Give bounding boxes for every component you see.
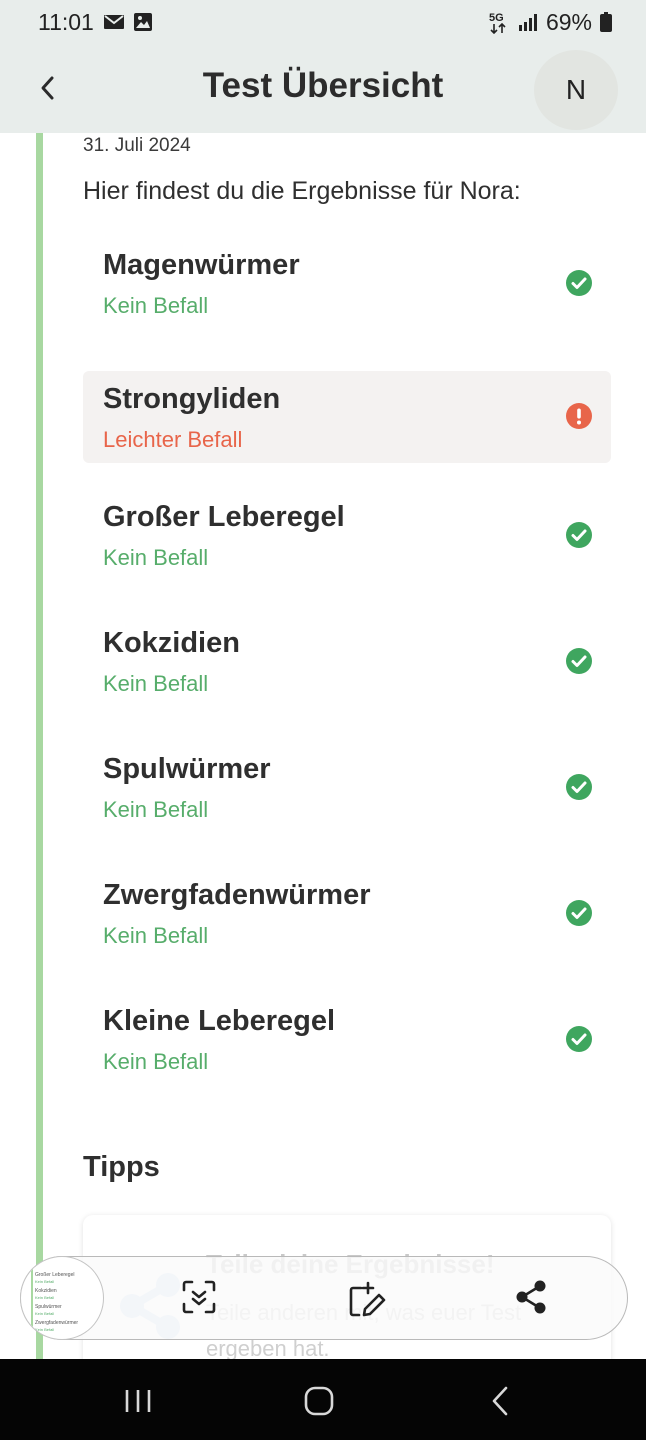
result-item-spulwuermer[interactable]: Spulwürmer Kein Befall [83,741,611,833]
result-name: Kleine Leberegel [103,1005,336,1037]
check-circle-icon [566,522,592,548]
result-name: Zwergfadenwürmer [103,879,371,911]
thumbnail-text: Großer Leberegel [35,1272,75,1278]
crop-edit-icon [349,1281,386,1317]
check-circle-icon [566,270,592,296]
app-header: Test Übersicht N [0,44,646,133]
mail-icon [103,15,124,29]
thumbnail-text: Kein Befall [35,1311,55,1316]
result-status: Kein Befall [103,797,209,822]
screenshot-thumbnail[interactable]: Großer Leberegel Kein Befall Kokzidien K… [20,1256,104,1340]
result-name: Magenwürmer [103,249,300,281]
system-back-button[interactable] [480,1381,520,1421]
battery-icon [600,12,612,32]
scroll-capture-button[interactable] [179,1277,219,1317]
check-circle-icon [566,1026,592,1052]
result-item-kleine-leberegel[interactable]: Kleine Leberegel Kein Befall [83,993,611,1085]
result-status: Leichter Befall [103,427,243,452]
battery-percent: 69% [545,8,592,35]
result-item-zwergfadenwuermer[interactable]: Zwergfadenwürmer Kein Befall [83,867,611,959]
results-content[interactable]: 31. Juli 2024 Hier findest du die Ergebn… [0,133,646,1359]
result-name: Kokzidien [103,627,240,659]
home-icon [304,1386,334,1416]
result-status: Kein Befall [103,293,209,318]
system-nav-bar [0,1359,646,1440]
signal-icon [518,13,538,31]
test-date: 31. Juli 2024 [83,135,191,156]
result-status: Kein Befall [103,923,209,948]
thumbnail-text: Spulwürmer [35,1304,62,1310]
result-status: Kein Befall [103,671,209,696]
recent-apps-button[interactable] [118,1381,158,1421]
thumbnail-text: Kokzidien [35,1288,57,1294]
share-icon [516,1280,546,1314]
5g-icon: 5G [488,10,510,34]
result-item-grosser-leberegel[interactable]: Großer Leberegel Kein Befall [83,489,611,581]
image-icon [133,13,152,31]
crop-edit-button[interactable] [347,1279,387,1319]
thumbnail-text: Zwergfadenwürmer [35,1320,79,1326]
check-circle-icon [566,900,592,926]
result-status: Kein Befall [103,545,209,570]
result-item-kokzidien[interactable]: Kokzidien Kein Befall [83,615,611,707]
tipps-heading: Tipps [83,1151,160,1183]
thumbnail-text: Kein Befall [35,1295,55,1300]
timeline-bar [36,133,43,1359]
home-button[interactable] [299,1381,339,1421]
intro-text: Hier findest du die Ergebnisse für Nora: [83,177,521,205]
thumbnail-text: Kein Befall [35,1279,55,1284]
result-name: Strongyliden [103,383,281,415]
clock: 11:01 [38,8,94,35]
result-status: Kein Befall [103,1049,209,1074]
status-bar: 11:01 5G 69% [0,0,646,44]
check-circle-icon [566,774,592,800]
result-name: Großer Leberegel [103,501,345,533]
share-button[interactable] [511,1277,551,1317]
screenshot-toolbar: Großer Leberegel Kein Befall Kokzidien K… [20,1256,628,1340]
result-item-magenwuermer[interactable]: Magenwürmer Kein Befall [83,237,611,329]
thumbnail-text: Kein Befall [35,1327,55,1332]
check-circle-icon [566,648,592,674]
avatar[interactable]: N [534,50,618,130]
back-icon [492,1386,508,1416]
network-label: 5G [489,12,504,24]
recent-apps-icon [125,1390,151,1412]
scroll-capture-icon [182,1280,216,1314]
alert-circle-icon [566,403,592,429]
result-item-strongyliden[interactable]: Strongyliden Leichter Befall [83,371,611,463]
result-name: Spulwürmer [103,753,271,785]
